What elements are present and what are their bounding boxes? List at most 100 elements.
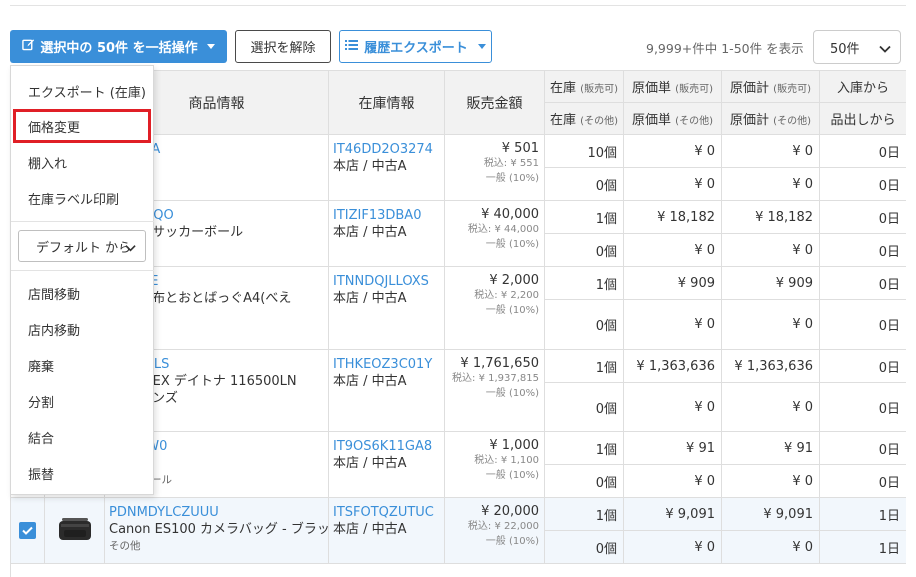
sale-price: ¥ 501 — [501, 141, 539, 156]
price-cell: ¥ 20,000 税込: ¥ 22,000 一般 (10%) — [444, 497, 545, 564]
stock-cell: ITNNDQJLLOXS 本店 / 中古A — [328, 266, 445, 350]
price-cell: ¥ 1,761,650 税込: ¥ 1,937,815 一般 (10%) — [444, 349, 545, 432]
total-cost-other: ¥ 0 — [721, 167, 820, 201]
qty-other: 0個 — [544, 167, 624, 201]
per-page-value: 50件 — [830, 41, 860, 57]
bulk-action-button[interactable]: 選択中の 50件 を一括操作 — [10, 30, 227, 63]
price-cell: ¥ 2,000 税込: ¥ 2,200 一般 (10%) — [444, 266, 545, 350]
days-since-display: 0日 — [819, 382, 906, 432]
product-cell: PDNMDYLCZUUU Canon ES100 カメラバッグ - ブラック そ… — [104, 497, 329, 564]
price-cell: ¥ 1,000 税込: ¥ 1,100 一般 (10%) — [444, 431, 545, 498]
total-cost-sellable-header: 原価計 (販売可) — [721, 70, 820, 103]
camera-bag-thumbnail — [58, 517, 91, 540]
unit-cost-other: ¥ 0 — [623, 233, 722, 267]
days-since-display: 0日 — [819, 233, 906, 267]
sale-price: ¥ 20,000 — [481, 504, 539, 519]
product-code-link[interactable]: PDNMDYLCZUUU — [109, 504, 324, 521]
history-export-button[interactable]: 履歴エクスポート — [339, 30, 492, 63]
stock-location: 本店 / 中古A — [333, 291, 407, 306]
thumbnail-cell — [44, 497, 105, 564]
stock-location: 本店 / 中古A — [333, 225, 407, 240]
price-cell: ¥ 40,000 税込: ¥ 44,000 一般 (10%) — [444, 200, 545, 267]
menu-item-print-stock-label[interactable]: 在庫ラベル印刷 — [11, 181, 154, 215]
menu-item-shelving[interactable]: 棚入れ — [11, 145, 154, 179]
caret-down-icon — [206, 44, 215, 49]
stock-id-link[interactable]: IT9OS6K11GA8 — [333, 438, 440, 455]
total-cost-other: ¥ 0 — [721, 530, 820, 564]
result-count: 9,999+件中 1-50件 を表示 — [646, 41, 804, 56]
days-since-display: 0日 — [819, 464, 906, 498]
menu-divider — [11, 270, 154, 271]
stock-cell: ITHKEOZ3C01Y 本店 / 中古A — [328, 349, 445, 432]
days-since-arrival: 0日 — [819, 200, 906, 234]
menu-item-export-inventory[interactable]: エクスポート (在庫) — [11, 74, 154, 108]
days-since-arrival: 0日 — [819, 266, 906, 300]
stock-id-link[interactable]: ITHKEOZ3C01Y — [333, 356, 440, 373]
qty-other: 0個 — [544, 530, 624, 564]
tax-included-price: 税込: ¥ 551 — [483, 158, 539, 169]
total-cost-sellable: ¥ 9,091 — [721, 497, 820, 531]
tax-included-price: 税込: ¥ 2,200 — [474, 290, 539, 301]
chevron-down-icon — [879, 42, 891, 57]
menu-item-split[interactable]: 分割 — [11, 384, 154, 418]
menu-item-merge[interactable]: 結合 — [11, 420, 154, 454]
qty-sellable: 1個 — [544, 200, 624, 234]
qty-other: 0個 — [544, 382, 624, 432]
label-template-select[interactable]: デフォルト から — [18, 230, 146, 262]
chevron-down-icon — [125, 241, 136, 256]
price-cell: ¥ 501 税込: ¥ 551 一般 (10%) — [444, 134, 545, 201]
qty-sellable: 1個 — [544, 431, 624, 465]
unit-cost-sellable-header: 原価単 (販売可) — [623, 70, 722, 103]
unit-cost-other-header: 原価単 (その他) — [623, 102, 722, 135]
product-category: その他 — [109, 540, 141, 552]
days-since-display: 0日 — [819, 167, 906, 201]
per-page-select[interactable]: 50件 — [813, 30, 901, 64]
stock-id-link[interactable]: ITIZIF13DBA0 — [333, 207, 440, 224]
qty-other: 0個 — [544, 299, 624, 350]
stock-location: 本店 / 中古A — [333, 159, 407, 174]
tax-included-price: 税込: ¥ 1,100 — [474, 455, 539, 466]
stock-id-link[interactable]: ITNNDQJLLOXS — [333, 273, 440, 290]
days-since-arrival: 0日 — [819, 431, 906, 465]
inventory-other-header: 在庫 (その他) — [544, 102, 624, 135]
unit-cost-sellable: ¥ 91 — [623, 431, 722, 465]
menu-item-transfer-between-stores[interactable]: 店間移動 — [11, 276, 154, 310]
stock-location: 本店 / 中古A — [333, 456, 407, 471]
total-cost-sellable: ¥ 1,363,636 — [721, 349, 820, 383]
qty-other: 0個 — [544, 464, 624, 498]
clear-selection-button[interactable]: 選択を解除 — [235, 30, 331, 63]
product-name: Canon ES100 カメラバッグ - ブラック — [109, 522, 329, 537]
tax-type: 一般 (10%) — [485, 388, 539, 399]
menu-item-move-within-store[interactable]: 店内移動 — [11, 312, 154, 346]
price-change-highlight — [13, 109, 151, 143]
price-header: 販売金額 — [444, 70, 545, 135]
caret-down-icon — [477, 44, 486, 49]
bulk-action-label: 選択中の 50件 を一括操作 — [40, 41, 198, 56]
row-checkbox-cell[interactable] — [10, 497, 45, 564]
tax-included-price: 税込: ¥ 44,000 — [467, 224, 539, 235]
table-row — [10, 563, 906, 577]
stock-id-link[interactable]: ITSFOTQZUTUC — [333, 504, 440, 521]
unit-cost-sellable: ¥ 9,091 — [623, 497, 722, 531]
total-cost-other: ¥ 0 — [721, 382, 820, 432]
stock-cell: ITIZIF13DBA0 本店 / 中古A — [328, 200, 445, 267]
sale-price: ¥ 40,000 — [481, 207, 539, 222]
total-cost-sellable: ¥ 18,182 — [721, 200, 820, 234]
unit-cost-sellable: ¥ 1,363,636 — [623, 349, 722, 383]
days-since-arrival: 0日 — [819, 134, 906, 168]
menu-item-dispose[interactable]: 廃棄 — [11, 348, 154, 382]
menu-item-reassign[interactable]: 振替 — [11, 456, 154, 490]
tax-included-price: 税込: ¥ 1,937,815 — [452, 373, 539, 384]
label-template-value: デフォルト から — [36, 240, 132, 256]
stock-cell: IT9OS6K11GA8 本店 / 中古A — [328, 431, 445, 498]
history-export-label: 履歴エクスポート — [364, 41, 468, 56]
total-cost-sellable: ¥ 909 — [721, 266, 820, 300]
stock-id-link[interactable]: IT46DD2O3274 — [333, 141, 440, 158]
unit-cost-sellable: ¥ 909 — [623, 266, 722, 300]
total-cost-other-header: 原価計 (その他) — [721, 102, 820, 135]
row-checkbox[interactable] — [19, 522, 36, 539]
unit-cost-sellable: ¥ 18,182 — [623, 200, 722, 234]
unit-cost-other: ¥ 0 — [623, 299, 722, 350]
tax-type: 一般 (10%) — [485, 305, 539, 316]
stock-location: 本店 / 中古A — [333, 374, 407, 389]
